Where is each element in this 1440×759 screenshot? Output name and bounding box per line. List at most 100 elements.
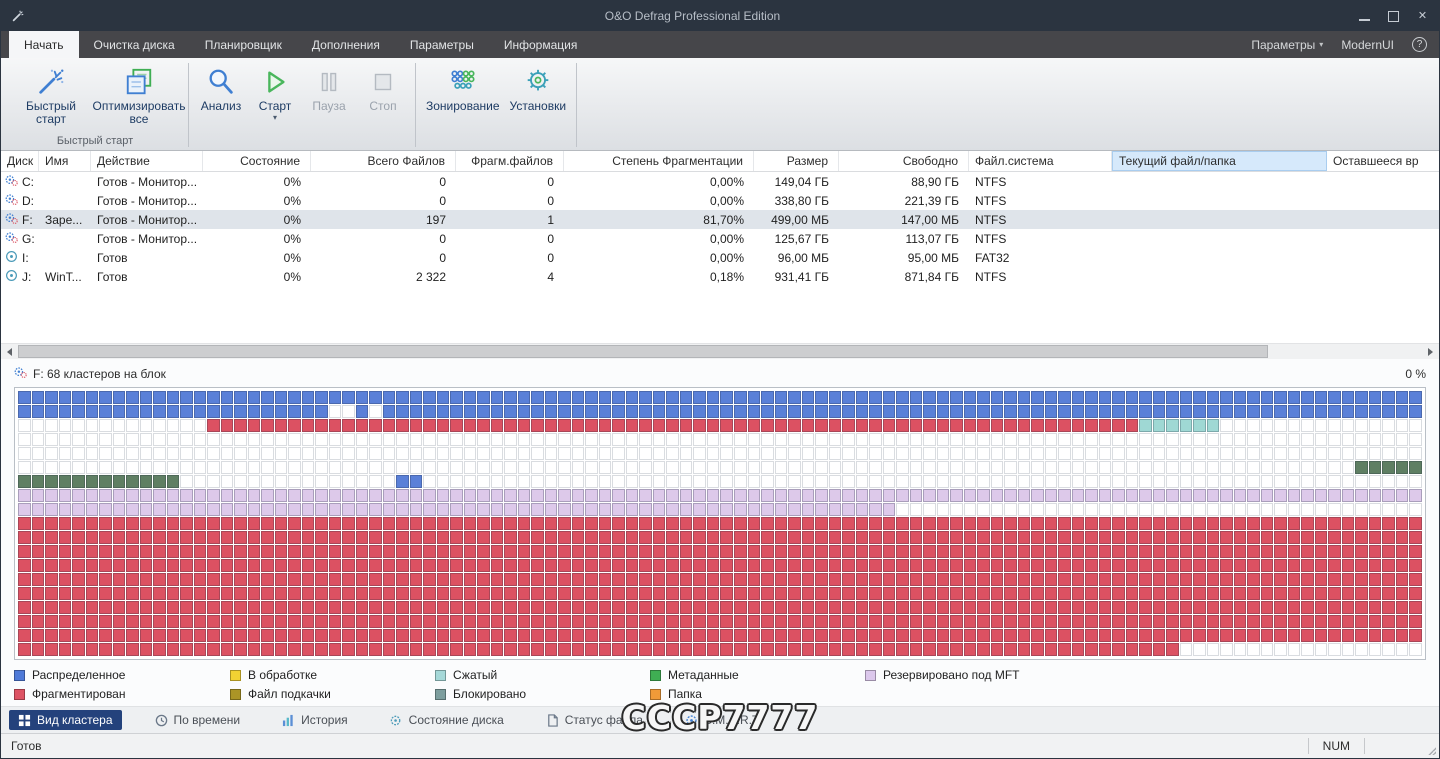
cluster-block <box>1288 391 1301 404</box>
cluster-block <box>802 517 815 530</box>
table-row[interactable]: G:Готов - Монитор...0%000,00%125,67 ГБ11… <box>1 229 1439 248</box>
cluster-block <box>275 461 288 474</box>
ribbon-button-analyze[interactable]: Анализ <box>194 62 248 134</box>
scroll-right-icon[interactable] <box>1422 344 1439 360</box>
scroll-left-icon[interactable] <box>1 344 18 360</box>
column-header[interactable]: Файл.система <box>969 151 1112 171</box>
cluster-block <box>1355 545 1368 558</box>
cluster-block <box>1126 503 1139 516</box>
maximize-icon[interactable] <box>1387 10 1400 23</box>
cluster-block <box>356 615 369 628</box>
ribbon-tab-scheduler[interactable]: Планировщик <box>190 31 297 58</box>
view-tab-file-status[interactable]: Статус файла <box>537 710 652 730</box>
view-tab-smart[interactable]: S.M.A.R.T. <box>676 710 770 730</box>
column-header[interactable]: Оставшееся вр <box>1327 151 1440 171</box>
view-tab-by-time[interactable]: По времени <box>146 710 250 730</box>
view-tab-cluster-view[interactable]: Вид кластера <box>9 710 122 730</box>
column-header[interactable]: Свободно <box>839 151 969 171</box>
ribbon-button-optimize-all[interactable]: Оптимизировать все <box>95 62 183 134</box>
cluster-block <box>1112 489 1125 502</box>
cluster-block <box>504 531 517 544</box>
cluster-block <box>1058 503 1071 516</box>
ribbon-button-start[interactable]: Старт▾ <box>248 62 302 134</box>
cluster-block <box>964 447 977 460</box>
cluster-block <box>153 629 166 642</box>
cluster-block <box>261 601 274 614</box>
cluster-block <box>423 587 436 600</box>
table-row[interactable]: F:Заре...Готов - Монитор...0%197181,70%4… <box>1 210 1439 229</box>
cluster-block <box>99 405 112 418</box>
cluster-block <box>572 601 585 614</box>
minimize-icon[interactable] <box>1358 10 1371 23</box>
ribbon-tab-addons[interactable]: Дополнения <box>297 31 395 58</box>
view-tab-history[interactable]: История <box>273 710 357 730</box>
column-header[interactable]: Состояние <box>203 151 311 171</box>
cluster-block <box>680 433 693 446</box>
close-icon[interactable]: ✕ <box>1416 10 1429 23</box>
cluster-block <box>1180 615 1193 628</box>
column-header[interactable]: Диск <box>1 151 39 171</box>
cluster-block <box>896 545 909 558</box>
table-row[interactable]: C:Готов - Монитор...0%000,00%149,04 ГБ88… <box>1 172 1439 191</box>
cluster-block <box>437 587 450 600</box>
column-header[interactable]: Степень Фрагментации <box>564 151 754 171</box>
ribbon-tab-disk-cleanup[interactable]: Очистка диска <box>79 31 190 58</box>
help-icon[interactable]: ? <box>1412 37 1427 52</box>
cluster-block <box>72 391 85 404</box>
cluster-block <box>1085 531 1098 544</box>
options-dropdown[interactable]: Параметры ▾ <box>1251 38 1323 52</box>
cluster-block <box>585 643 598 656</box>
legend-item: Папка <box>650 687 865 701</box>
cluster-block <box>1018 559 1031 572</box>
cluster-block <box>991 475 1004 488</box>
column-header[interactable]: Имя <box>39 151 91 171</box>
cluster-block <box>1220 643 1233 656</box>
cluster-block <box>734 531 747 544</box>
cluster-block <box>1004 461 1017 474</box>
ribbon-tab-start[interactable]: Начать <box>9 31 79 58</box>
table-cell: 499,00 МБ <box>754 210 839 229</box>
ribbon-button-settings[interactable]: Установки <box>505 62 571 134</box>
column-header[interactable]: Текущий файл/папка <box>1112 151 1327 171</box>
cluster-block <box>653 419 666 432</box>
cluster-block <box>1045 489 1058 502</box>
ribbon-button-zoning[interactable]: Зонирование <box>421 62 505 134</box>
cluster-block <box>221 601 234 614</box>
modernui-link[interactable]: ModernUI <box>1341 38 1394 52</box>
cluster-block <box>1274 461 1287 474</box>
table-row[interactable]: J:WinT...Готов0%2 32240,18%931,41 ГБ871,… <box>1 267 1439 286</box>
ribbon-tab-options[interactable]: Параметры <box>395 31 489 58</box>
ribbon-tab-info[interactable]: Информация <box>489 31 592 58</box>
table-row[interactable]: I:Готов0%000,00%96,00 МБ95,00 МБFAT32 <box>1 248 1439 267</box>
scrollbar-thumb[interactable] <box>18 345 1268 358</box>
table-cell: 0 <box>311 229 456 248</box>
scrollbar-track[interactable] <box>18 344 1422 360</box>
cluster-block <box>1153 615 1166 628</box>
table-cell <box>1112 229 1327 248</box>
cluster-block <box>1153 517 1166 530</box>
cluster-block <box>734 629 747 642</box>
cluster-block <box>896 447 909 460</box>
view-tab-disk-state[interactable]: Состояние диска <box>381 710 513 730</box>
cluster-block <box>1193 475 1206 488</box>
cluster-block <box>1139 587 1152 600</box>
column-header[interactable]: Фрагм.файлов <box>456 151 564 171</box>
resize-grip[interactable] <box>1426 745 1436 755</box>
ribbon-button-quick-start[interactable]: Быстрый старт <box>7 62 95 134</box>
column-header[interactable]: Размер <box>754 151 839 171</box>
horizontal-scrollbar[interactable] <box>1 343 1439 359</box>
cluster-block <box>775 419 788 432</box>
legend-item: Файл подкачки <box>230 687 435 701</box>
cluster-block <box>734 601 747 614</box>
cluster-block <box>1180 517 1193 530</box>
cluster-block <box>1031 559 1044 572</box>
cluster-block <box>221 643 234 656</box>
cluster-block <box>18 433 31 446</box>
cluster-block <box>369 643 382 656</box>
cluster-block <box>383 405 396 418</box>
column-header[interactable]: Всего Файлов <box>311 151 456 171</box>
cluster-block <box>86 587 99 600</box>
column-header[interactable]: Действие <box>91 151 203 171</box>
legend-swatch <box>865 670 876 681</box>
table-row[interactable]: D:Готов - Монитор...0%000,00%338,80 ГБ22… <box>1 191 1439 210</box>
